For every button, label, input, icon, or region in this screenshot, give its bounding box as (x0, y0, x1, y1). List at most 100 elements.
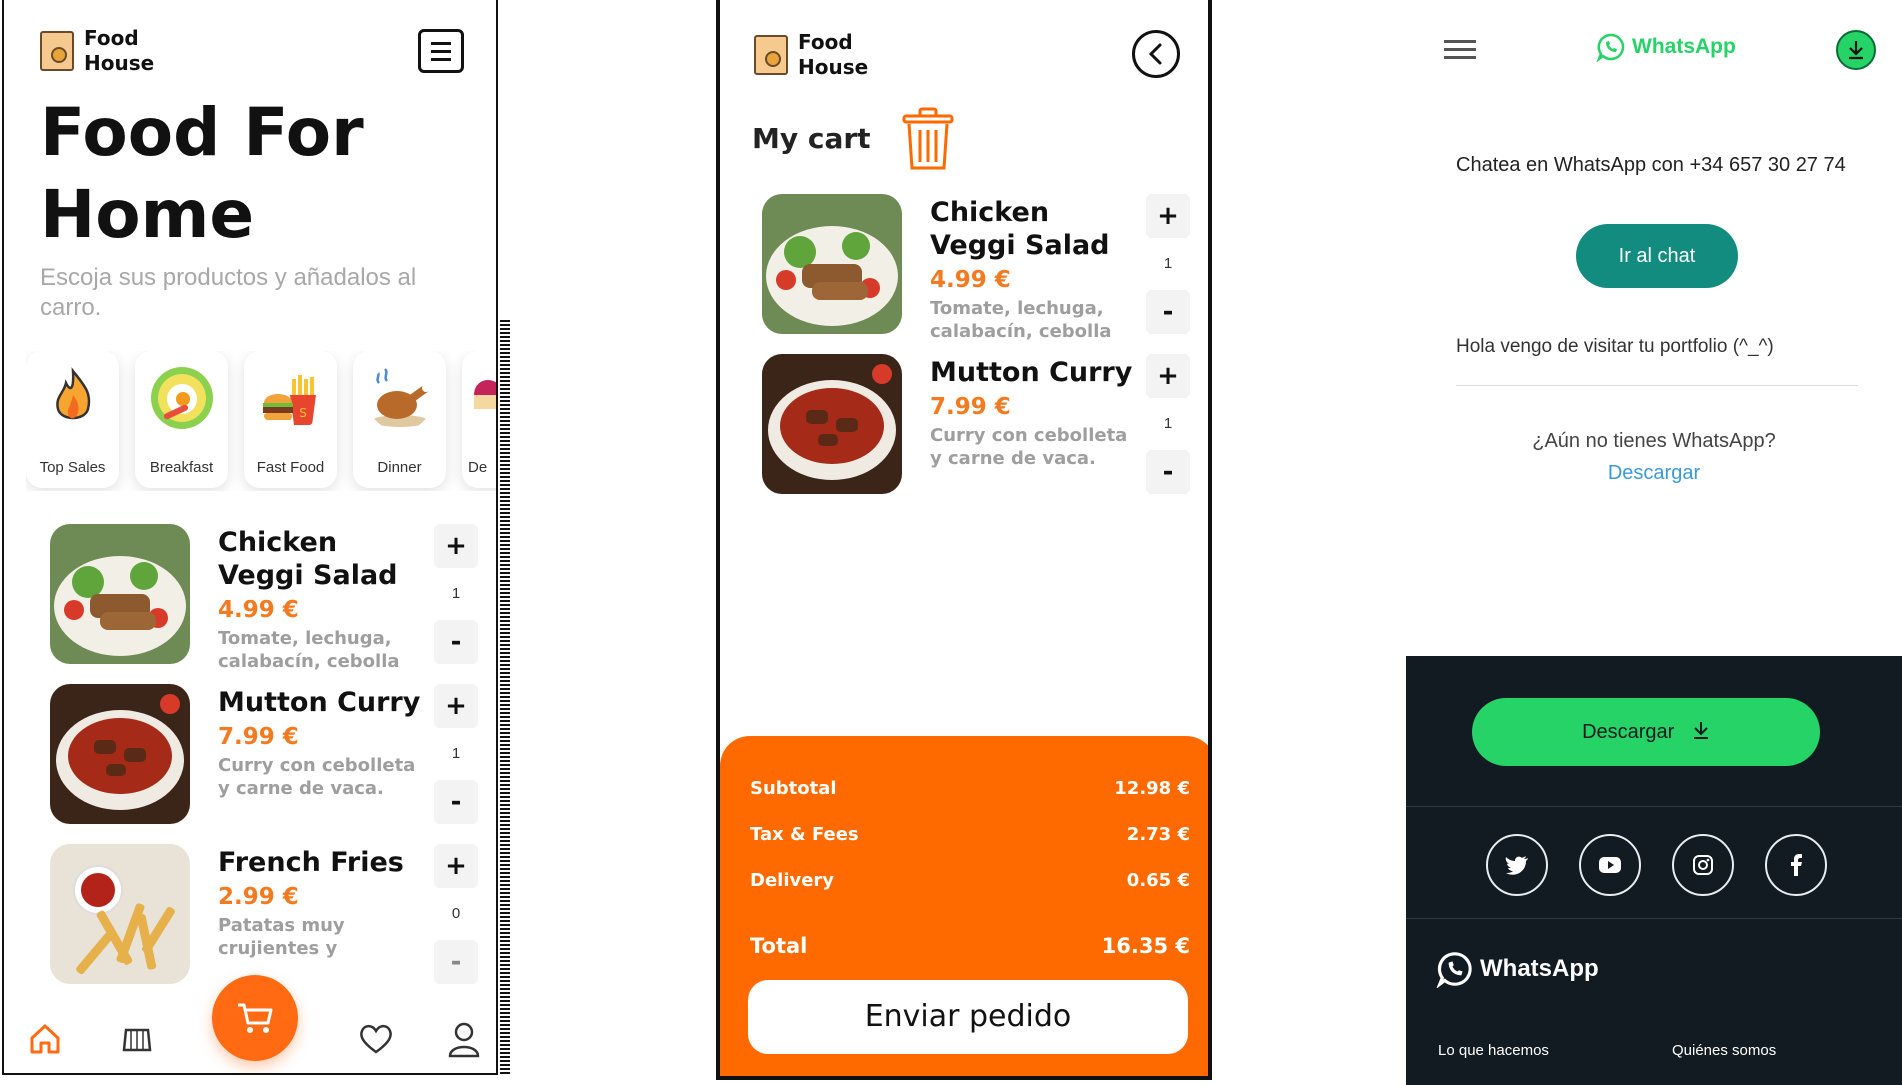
curry-image (50, 684, 190, 824)
home-icon[interactable] (28, 1022, 62, 1056)
product-price: 2.99 € (218, 884, 299, 910)
increase-button[interactable]: + (1146, 194, 1190, 238)
home-screen: Food House Food For Home Escoja sus prod… (2, 0, 498, 1075)
increase-button[interactable]: + (434, 844, 478, 888)
whatsapp-icon (1596, 33, 1625, 62)
download-icon (1693, 722, 1708, 739)
brand-line2: House (798, 55, 869, 79)
cart-title: My cart (752, 122, 871, 155)
message-field[interactable]: Hola vengo de visitar tu portfolio (^_^) (1456, 336, 1858, 386)
product-card[interactable]: French Fries 2.99 € Patatas muy crujient… (50, 840, 490, 1000)
product-card[interactable]: Mutton Curry 7.99 € Curry con cebolleta … (50, 680, 490, 840)
youtube-link[interactable] (1579, 834, 1641, 896)
brand-line1: Food (798, 30, 853, 54)
whatsapp-screen: WhatsApp Chatea en WhatsApp con +34 657 … (1406, 6, 1902, 1085)
product-description: Curry con cebolleta y carne de vaca. (218, 755, 416, 799)
download-button[interactable]: Descargar (1472, 698, 1820, 766)
facebook-link[interactable] (1765, 834, 1827, 896)
decrease-button[interactable]: - (1146, 450, 1190, 494)
decrease-button[interactable]: - (434, 780, 478, 824)
footer-link-what-we-do[interactable]: Lo que hacemos (1438, 1042, 1549, 1059)
decrease-button[interactable]: - (434, 940, 478, 984)
cart-list: Chicken Veggi Salad 4.99 € Tomate, lechu… (762, 190, 1202, 510)
roast-chicken-icon (371, 368, 430, 427)
category-breakfast[interactable]: Breakfast (135, 351, 228, 488)
category-top-sales[interactable]: Top Sales (26, 351, 119, 488)
download-icon (1849, 41, 1863, 60)
chat-with-text: Chatea en WhatsApp con +34 657 30 27 74 (1456, 154, 1846, 176)
product-card[interactable]: Chicken Veggi Salad 4.99 € Tomate, lechu… (50, 520, 490, 680)
cart-item-price: 4.99 € (930, 267, 1011, 293)
quantity-stepper: + 1 - (434, 524, 478, 664)
dessert-icon (474, 380, 496, 409)
footer-link-who-we-are[interactable]: Quiénes somos (1672, 1042, 1776, 1059)
cart-item[interactable]: Mutton Curry 7.99 € Curry con cebolleta … (762, 350, 1202, 510)
menu-button[interactable] (418, 29, 464, 73)
brand-logo[interactable]: Food House (754, 30, 868, 80)
decrease-button[interactable]: - (434, 620, 478, 664)
total-row: Total 16.35 € (750, 934, 1190, 958)
brand-logo[interactable]: Food House (40, 26, 154, 76)
subtotal-value: 12.98 € (1114, 778, 1190, 799)
heart-icon[interactable] (358, 1022, 394, 1056)
trash-icon[interactable] (900, 106, 956, 172)
food-bag-icon (40, 31, 74, 71)
chevron-left-icon (1148, 43, 1162, 65)
hero-subtitle: Escoja sus productos y añadalos al carro… (40, 264, 417, 321)
brand-line2: House (84, 51, 155, 75)
quantity-stepper: + 1 - (1146, 194, 1190, 334)
tax-value: 2.73 € (1126, 824, 1190, 845)
whatsapp-icon (1436, 952, 1472, 988)
footer: Descargar WhatsApp Lo que hacemos Quiéne… (1406, 656, 1902, 1085)
delivery-value: 0.65 € (1126, 870, 1190, 891)
salad-image (50, 524, 190, 664)
whatsapp-header-logo[interactable]: WhatsApp (1596, 32, 1736, 62)
increase-button[interactable]: + (434, 524, 478, 568)
store-icon[interactable] (120, 1022, 154, 1056)
twitter-link[interactable] (1486, 834, 1548, 896)
product-list: Chicken Veggi Salad 4.99 € Tomate, lechu… (50, 520, 490, 1000)
category-dinner[interactable]: Dinner (353, 351, 446, 488)
increase-button[interactable]: + (434, 684, 478, 728)
product-name: Chicken Veggi Salad (218, 527, 398, 591)
user-icon[interactable] (448, 1022, 480, 1058)
whatsapp-logo-text: WhatsApp (1632, 35, 1736, 58)
brand-line1: Food (84, 26, 139, 50)
social-links (1486, 834, 1827, 896)
cart-screen: Food House My cart Chicken Veggi Salad 4… (716, 0, 1212, 1080)
cart-item-price: 7.99 € (930, 394, 1011, 420)
increase-button[interactable]: + (1146, 354, 1190, 398)
product-name: Mutton Curry (218, 687, 421, 718)
twitter-icon (1505, 856, 1528, 875)
send-order-button[interactable]: Enviar pedido (748, 980, 1188, 1054)
quantity-value: 1 (1163, 415, 1173, 432)
instagram-link[interactable] (1672, 834, 1734, 896)
scrollbar-edge (500, 320, 510, 1075)
cart-item-description: Curry con cebolleta y carne de vaca. (930, 425, 1128, 469)
decrease-button[interactable]: - (1146, 290, 1190, 334)
footer-logo[interactable]: WhatsApp (1436, 950, 1599, 988)
download-circle-button[interactable] (1836, 30, 1876, 70)
divider (1406, 806, 1902, 807)
instagram-icon (1693, 855, 1713, 875)
food-bag-icon (754, 35, 788, 75)
go-to-chat-button[interactable]: Ir al chat (1576, 224, 1738, 288)
product-name: French Fries (218, 847, 404, 878)
download-link[interactable]: Descargar (1406, 462, 1902, 485)
cart-icon (238, 1003, 273, 1033)
menu-icon (431, 41, 451, 45)
category-label: Breakfast (149, 459, 214, 476)
category-dessert[interactable]: De (462, 351, 496, 488)
fries-image (50, 844, 190, 984)
cart-item[interactable]: Chicken Veggi Salad 4.99 € Tomate, lechu… (762, 190, 1202, 350)
product-description: Patatas muy crujientes y alargad... (218, 915, 345, 959)
menu-button[interactable] (1444, 40, 1476, 64)
cart-button[interactable] (212, 975, 298, 1061)
product-description: Tomate, lechuga, calabacín, cebolla y... (218, 628, 400, 672)
quantity-value: 1 (451, 745, 461, 762)
egg-plate-icon (150, 367, 213, 429)
facebook-icon (1791, 854, 1802, 876)
back-button[interactable] (1132, 30, 1180, 78)
cart-item-name: Mutton Curry (930, 357, 1133, 388)
category-fast-food[interactable]: S Fast Food (244, 351, 337, 488)
